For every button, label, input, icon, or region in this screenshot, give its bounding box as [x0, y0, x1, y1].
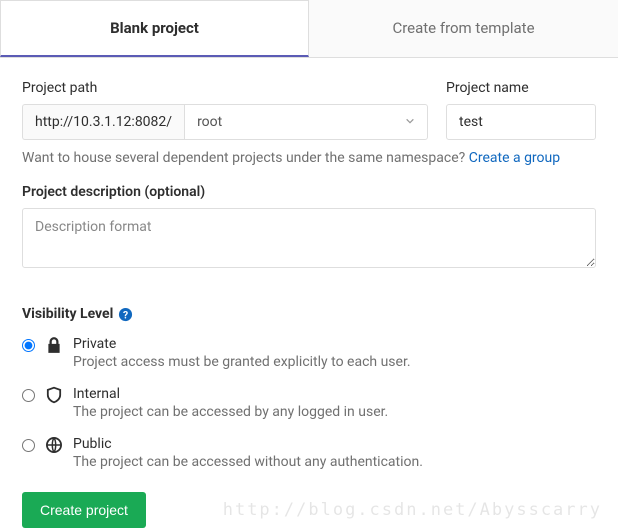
- project-name-label: Project name: [446, 80, 596, 96]
- project-description-input[interactable]: [22, 208, 596, 268]
- create-project-button[interactable]: Create project: [22, 492, 146, 528]
- visibility-option-private[interactable]: Private Project access must be granted e…: [22, 336, 596, 370]
- namespace-select[interactable]: root: [184, 104, 428, 140]
- private-desc: Project access must be granted explicitl…: [73, 354, 596, 370]
- shield-icon: [45, 386, 63, 404]
- public-title: Public: [73, 436, 596, 452]
- globe-icon: [45, 436, 63, 454]
- private-title: Private: [73, 336, 596, 352]
- project-description-label: Project description (optional): [22, 184, 596, 200]
- hint-text: Want to house several dependent projects…: [22, 150, 469, 166]
- radio-internal[interactable]: [22, 389, 35, 402]
- visibility-option-internal[interactable]: Internal The project can be accessed by …: [22, 386, 596, 420]
- project-path-prefix: http://10.3.1.12:8082/: [22, 104, 184, 140]
- visibility-heading-text: Visibility Level: [22, 306, 113, 322]
- tab-create-from-template[interactable]: Create from template: [309, 0, 618, 57]
- help-icon[interactable]: ?: [118, 307, 133, 322]
- radio-private[interactable]: [22, 339, 35, 352]
- visibility-heading: Visibility Level ?: [22, 306, 596, 322]
- project-path-label: Project path: [22, 80, 428, 96]
- project-name-input[interactable]: [446, 104, 596, 140]
- project-type-tabs: Blank project Create from template: [0, 0, 618, 58]
- namespace-value: root: [197, 114, 405, 130]
- internal-desc: The project can be accessed by any logge…: [73, 404, 596, 420]
- visibility-option-public[interactable]: Public The project can be accessed witho…: [22, 436, 596, 470]
- create-group-link[interactable]: Create a group: [469, 150, 560, 166]
- svg-text:?: ?: [123, 308, 128, 321]
- lock-icon: [45, 336, 63, 354]
- namespace-hint: Want to house several dependent projects…: [22, 150, 596, 166]
- internal-title: Internal: [73, 386, 596, 402]
- chevron-down-icon: [405, 116, 415, 129]
- radio-public[interactable]: [22, 439, 35, 452]
- public-desc: The project can be accessed without any …: [73, 454, 596, 470]
- tab-blank-project[interactable]: Blank project: [0, 0, 309, 57]
- new-project-form: Project path http://10.3.1.12:8082/ root…: [0, 58, 618, 530]
